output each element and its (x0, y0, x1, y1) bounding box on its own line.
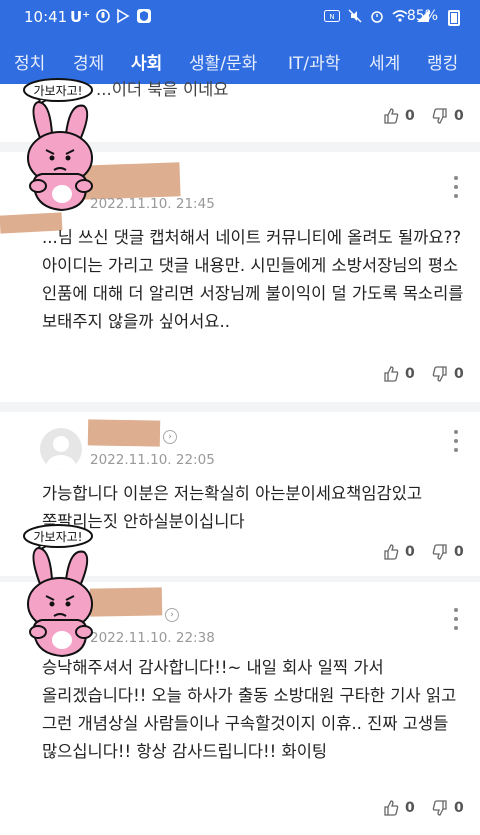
wifi-icon (392, 10, 408, 22)
chevron-right-icon[interactable]: › (163, 430, 177, 444)
carrier-label: U⁺ (70, 8, 91, 26)
comment-date: 2022.11.10. 22:38 (90, 630, 215, 646)
avatar[interactable] (40, 428, 82, 470)
dislike-count: 0 (454, 800, 464, 816)
tab-economy[interactable]: 경제 (73, 49, 104, 74)
voice-icon (96, 9, 110, 23)
dislike-button[interactable]: 0 (432, 366, 464, 382)
like-button[interactable]: 0 (383, 544, 415, 560)
thumbs-up-icon (384, 108, 399, 124)
comment-date: 2022.11.10. 21:45 (90, 196, 215, 212)
play-store-icon (117, 8, 130, 24)
like-button[interactable]: 0 (383, 800, 415, 816)
tab-it-science[interactable]: IT/과학 (288, 49, 340, 74)
rabbit-sticker: 가보자고! (23, 524, 93, 658)
status-time: 10:41 (24, 8, 68, 26)
tab-politics[interactable]: 정치 (14, 49, 45, 74)
sticker-speech-text: 가보자고! (34, 84, 83, 98)
chevron-right-icon[interactable]: › (165, 608, 179, 622)
thumbs-down-icon (432, 366, 447, 382)
dislike-button[interactable]: 0 (432, 800, 464, 816)
like-count: 0 (405, 800, 415, 816)
comment-text: ...이더 북을 이네요 (96, 80, 229, 99)
thumbs-up-icon (384, 800, 399, 816)
thumbs-down-icon (432, 108, 447, 124)
thumbs-up-icon (384, 544, 399, 560)
tab-ranking[interactable]: 랭킹 (427, 49, 458, 74)
comment-date: 2022.11.10. 22:05 (90, 452, 215, 468)
more-options-icon[interactable] (452, 176, 460, 198)
like-button[interactable]: 0 (383, 366, 415, 382)
nfc-icon: N (324, 10, 340, 22)
thumbs-down-icon (432, 544, 447, 560)
tab-society[interactable]: 사회 (131, 49, 162, 74)
alarm-icon (371, 11, 383, 23)
dislike-count: 0 (454, 108, 464, 124)
shield-app-icon (137, 9, 151, 23)
battery-percent: 85% (406, 8, 438, 24)
rabbit-sticker: 가보자고! (23, 78, 93, 212)
svg-text:N: N (329, 13, 334, 21)
like-button[interactable]: 0 (383, 108, 415, 124)
more-options-icon[interactable] (452, 608, 460, 630)
like-count: 0 (405, 544, 415, 560)
comment-divider (0, 402, 480, 412)
tab-life-culture[interactable]: 생활/문화 (189, 49, 257, 74)
like-count: 0 (405, 108, 415, 124)
comment-text: 승낙해주셔서 감사합니다!!~ 내일 회사 일찍 가서 올리겠습니다!! 오늘 … (42, 658, 457, 761)
comment-text: ...님 쓰신 댓글 캡처해서 네이트 커뮤니티에 올려도 될까요?? 아이디는… (42, 228, 464, 331)
more-options-icon[interactable] (452, 430, 460, 452)
battery-icon (448, 10, 460, 26)
comment-text: 가능합니다 이분은 저는확실히 아는분이세요책임감있고 쪽팔리는짓 안하실분이십… (42, 484, 423, 531)
mute-icon (348, 9, 362, 23)
masked-username (87, 419, 161, 447)
dislike-count: 0 (454, 544, 464, 560)
dislike-count: 0 (454, 366, 464, 382)
dislike-button[interactable]: 0 (432, 544, 464, 560)
sticker-speech-text: 가보자고! (34, 530, 83, 544)
status-bar: 10:41 U⁺ N 85% (0, 0, 480, 34)
tab-world[interactable]: 세계 (369, 49, 400, 74)
like-count: 0 (405, 366, 415, 382)
thumbs-down-icon (432, 800, 447, 816)
dislike-button[interactable]: 0 (432, 108, 464, 124)
thumbs-up-icon (384, 366, 399, 382)
